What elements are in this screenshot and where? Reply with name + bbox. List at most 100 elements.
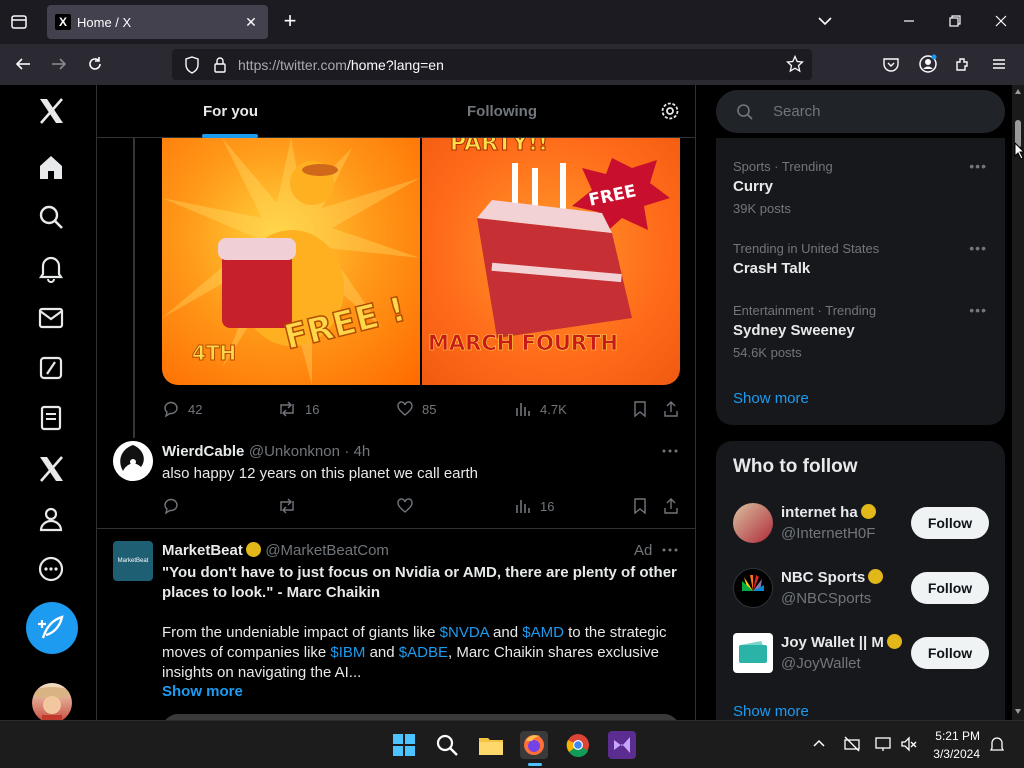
windows-start-icon[interactable] bbox=[390, 731, 418, 759]
x-logo-icon[interactable] bbox=[36, 96, 68, 128]
tweet3-handle[interactable]: @MarketBeatCom bbox=[265, 542, 389, 559]
extensions-icon[interactable] bbox=[954, 55, 974, 75]
minimize-button[interactable] bbox=[900, 12, 920, 32]
scroll-down-arrow-icon[interactable] bbox=[1015, 709, 1021, 714]
who-avatar-joywallet[interactable] bbox=[733, 633, 773, 673]
forward-icon[interactable] bbox=[50, 55, 70, 75]
tweet3-more-icon[interactable] bbox=[661, 540, 679, 560]
reload-icon[interactable] bbox=[86, 55, 106, 75]
list-all-tabs-icon[interactable] bbox=[816, 12, 836, 32]
notifications-bell-icon[interactable] bbox=[36, 253, 68, 285]
more-circle-icon[interactable] bbox=[36, 554, 68, 586]
tweet-avatar-marketbeat[interactable]: MarketBeat bbox=[113, 541, 153, 581]
premium-x-icon[interactable] bbox=[36, 454, 68, 486]
like-button[interactable]: 85 bbox=[396, 400, 436, 418]
timeline-settings-gear-icon[interactable] bbox=[660, 101, 680, 121]
taskbar-search-icon[interactable] bbox=[433, 731, 461, 759]
who-handle[interactable]: @JoyWallet bbox=[781, 655, 861, 672]
tab-for-you[interactable]: For you bbox=[203, 103, 258, 120]
url-text[interactable]: https://twitter.com/home?lang=en bbox=[238, 57, 444, 73]
display-icon[interactable] bbox=[874, 735, 892, 753]
show-hidden-icons-chevron-icon[interactable] bbox=[812, 737, 826, 751]
trend-more-icon[interactable]: ••• bbox=[969, 158, 987, 174]
cashtag-nvda[interactable]: $NVDA bbox=[440, 624, 489, 641]
search-input[interactable]: Search bbox=[773, 103, 821, 120]
taskbar-clock-date[interactable]: 3/3/2024 bbox=[933, 747, 980, 761]
cashtag-adbe[interactable]: $ADBE bbox=[399, 644, 448, 661]
taskbar-clock-time[interactable]: 5:21 PM bbox=[935, 729, 980, 743]
follow-button[interactable]: Follow bbox=[911, 507, 989, 539]
who-handle[interactable]: @NBCSports bbox=[781, 590, 871, 607]
share-button[interactable] bbox=[662, 497, 680, 515]
profile-icon[interactable] bbox=[36, 504, 68, 536]
search-box[interactable]: Search bbox=[716, 90, 1005, 133]
page-scrollbar[interactable] bbox=[1012, 85, 1024, 720]
notification-bell-icon[interactable] bbox=[988, 735, 1006, 753]
tweet-image-right[interactable]: PARTY!! FREE MARCH FOURTH bbox=[422, 138, 680, 385]
network-disconnected-icon[interactable] bbox=[843, 735, 861, 753]
home-icon[interactable] bbox=[36, 152, 68, 184]
who-name[interactable]: Joy Wallet || M bbox=[781, 634, 906, 651]
trend-name[interactable]: Sydney Sweeney bbox=[733, 322, 855, 339]
who-name[interactable]: NBC Sports bbox=[781, 569, 906, 586]
who-name[interactable]: internet ha bbox=[781, 504, 906, 521]
trend-more-icon[interactable]: ••• bbox=[969, 302, 987, 318]
scroll-up-arrow-icon[interactable] bbox=[1015, 89, 1021, 94]
like-button[interactable] bbox=[396, 497, 414, 515]
tweet3-show-more[interactable]: Show more bbox=[162, 683, 243, 700]
repost-button[interactable] bbox=[277, 497, 297, 515]
tweet-avatar-wierdcable[interactable] bbox=[113, 441, 153, 481]
pocket-icon[interactable] bbox=[882, 55, 902, 75]
tracking-protection-shield-icon[interactable] bbox=[184, 56, 200, 74]
reply-button[interactable] bbox=[162, 497, 180, 515]
firefox-icon[interactable] bbox=[520, 731, 548, 759]
tweet3-author-name[interactable]: MarketBeat bbox=[162, 542, 243, 559]
volume-muted-icon[interactable] bbox=[900, 735, 918, 753]
restore-button[interactable] bbox=[946, 12, 966, 32]
new-tab-button[interactable]: + bbox=[280, 10, 300, 32]
who-avatar-internet[interactable] bbox=[733, 503, 773, 543]
tab-overview-icon[interactable] bbox=[10, 13, 30, 31]
trend-name[interactable]: CrasH Talk bbox=[733, 260, 810, 277]
who-avatar-nbc[interactable] bbox=[733, 568, 773, 608]
url-bar[interactable]: https://twitter.com/home?lang=en bbox=[172, 49, 812, 80]
close-window-button[interactable] bbox=[992, 12, 1012, 32]
tweet-image-left[interactable]: FREE ! 4TH bbox=[162, 138, 420, 385]
bookmark-button[interactable] bbox=[632, 497, 648, 515]
views-button[interactable]: 16 bbox=[514, 497, 554, 515]
tab-close-icon[interactable]: ✕ bbox=[242, 13, 260, 31]
lock-icon[interactable] bbox=[212, 56, 228, 74]
chrome-icon[interactable] bbox=[564, 731, 592, 759]
account-avatar[interactable] bbox=[32, 683, 72, 720]
tweet2-handle[interactable]: @Unkonknon bbox=[249, 443, 340, 460]
bookmark-star-icon[interactable] bbox=[786, 55, 804, 73]
lists-icon[interactable] bbox=[36, 403, 68, 435]
repost-button[interactable]: 16 bbox=[277, 400, 319, 418]
trend-name[interactable]: Curry bbox=[733, 178, 773, 195]
views-button[interactable]: 4.7K bbox=[514, 400, 567, 418]
who-to-follow-show-more[interactable]: Show more bbox=[733, 703, 809, 720]
cashtag-amd[interactable]: $AMD bbox=[522, 624, 564, 641]
cashtag-ibm[interactable]: $IBM bbox=[330, 644, 365, 661]
messages-envelope-icon[interactable] bbox=[36, 303, 68, 335]
compose-post-button[interactable] bbox=[26, 602, 78, 654]
tab-following[interactable]: Following bbox=[467, 103, 537, 120]
account-icon[interactable] bbox=[918, 54, 940, 76]
explore-search-icon[interactable] bbox=[36, 202, 68, 234]
who-handle[interactable]: @InternetH0F bbox=[781, 525, 875, 542]
bookmark-button[interactable] bbox=[632, 400, 648, 418]
tweet-media-grid[interactable]: FREE ! 4TH PARTY!! FREE MARCH FOURTH bbox=[162, 138, 680, 385]
visual-studio-icon[interactable] bbox=[608, 731, 636, 759]
menu-icon[interactable] bbox=[990, 55, 1010, 75]
trend-more-icon[interactable]: ••• bbox=[969, 240, 987, 256]
tweet2-author-name[interactable]: WierdCable bbox=[162, 443, 244, 460]
follow-button[interactable]: Follow bbox=[911, 572, 989, 604]
share-button[interactable] bbox=[662, 400, 680, 418]
grok-icon[interactable] bbox=[36, 353, 68, 385]
tweet2-more-icon[interactable] bbox=[661, 441, 679, 461]
follow-button[interactable]: Follow bbox=[911, 637, 989, 669]
tweet2-time[interactable]: · 4h bbox=[344, 443, 370, 460]
back-icon[interactable] bbox=[14, 55, 34, 75]
reply-button[interactable]: 42 bbox=[162, 400, 202, 418]
file-explorer-icon[interactable] bbox=[477, 731, 505, 759]
